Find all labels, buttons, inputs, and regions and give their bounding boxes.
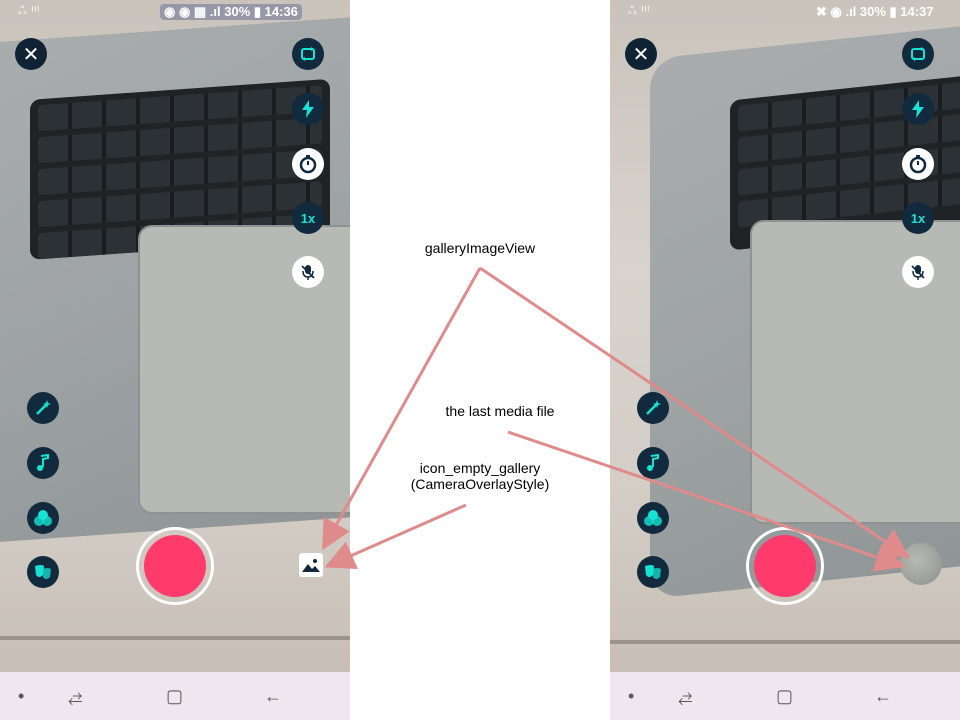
table-edge [0,636,350,640]
masks-icon [645,565,661,579]
mic-off-icon [911,265,925,280]
record-icon [144,535,206,597]
timer-icon [909,155,927,174]
annotation-gallery-image-view: galleryImageView [424,240,536,256]
phone-screen-left: ஃ ᴵᴵˡ ◉ ◉ ▦ .ıl 30% ▮ 14:36 ✕ 1x • ⥄ ▢ ← [0,0,350,720]
filters-button[interactable] [27,502,59,534]
recent-apps-icon[interactable]: ⥄ [678,686,692,707]
zoom-button[interactable]: 1x [292,202,324,234]
masks-button[interactable] [27,556,59,588]
effects-button[interactable] [637,392,669,424]
switch-camera-icon [911,47,925,61]
close-button[interactable]: ✕ [15,38,47,70]
status-bar-left: ஃ ᴵᴵˡ [18,5,41,17]
empty-gallery-icon [302,559,320,572]
home-icon[interactable]: ▢ [776,686,793,707]
status-bar-right: ◉ ◉ ▦ .ıl 30% ▮ 14:36 [160,4,302,20]
annotation-empty-gallery-line1: icon_empty_gallery [419,460,541,476]
phone-screen-right: ஃ ᴵᴵˡ ✖ ◉ .ıl 30% ▮ 14:37 ✕ 1x • ⥄ ▢ ← [610,0,960,720]
annotation-empty-gallery: icon_empty_gallery (CameraOverlayStyle) [380,460,580,492]
switch-camera-button[interactable] [292,38,324,70]
close-icon: ✕ [632,43,650,66]
back-icon[interactable]: ← [264,686,282,707]
record-button[interactable] [136,527,214,605]
timer-icon [299,155,317,174]
annotation-last-media-file: the last media file [445,403,555,419]
home-icon[interactable]: ▢ [166,686,183,707]
status-bar-left: ஃ ᴵᴵˡ [628,5,651,17]
gallery-image-view-thumbnail[interactable] [900,543,942,585]
close-icon: ✕ [22,43,40,66]
table-edge [610,640,960,644]
zoom-button[interactable]: 1x [902,202,934,234]
filters-icon [644,510,662,526]
system-navigation-bar: • ⥄ ▢ ← [610,672,960,720]
filters-button[interactable] [637,502,669,534]
masks-icon [35,565,51,579]
arrow-empty-to-left [324,503,467,570]
nav-dot-icon[interactable]: • [18,686,24,707]
magic-wand-icon [646,400,661,415]
flash-button[interactable] [902,93,934,125]
filters-icon [34,510,52,526]
record-icon [754,535,816,597]
zoom-label: 1x [300,210,316,226]
system-navigation-bar: • ⥄ ▢ ← [0,672,350,720]
magic-wand-icon [36,400,51,415]
music-note-icon [37,454,49,471]
flash-icon [302,100,314,118]
mic-toggle-button[interactable] [292,256,324,288]
annotation-empty-gallery-line2: (CameraOverlayStyle) [410,476,550,492]
masks-button[interactable] [637,556,669,588]
timer-button[interactable] [292,148,324,180]
recent-apps-icon[interactable]: ⥄ [68,686,82,707]
flash-icon [912,100,924,118]
effects-button[interactable] [27,392,59,424]
record-button[interactable] [746,527,824,605]
mic-off-icon [301,265,315,280]
back-icon[interactable]: ← [874,686,892,707]
switch-camera-icon [301,47,315,61]
status-bar-right: ✖ ◉ .ıl 30% ▮ 14:37 [816,4,934,19]
close-button[interactable]: ✕ [625,38,657,70]
zoom-label: 1x [910,210,926,226]
timer-button[interactable] [902,148,934,180]
music-note-icon [647,454,659,471]
mic-toggle-button[interactable] [902,256,934,288]
nav-dot-icon[interactable]: • [628,686,634,707]
music-button[interactable] [27,447,59,479]
switch-camera-button[interactable] [902,38,934,70]
flash-button[interactable] [292,93,324,125]
music-button[interactable] [637,447,669,479]
gallery-image-view-empty[interactable] [299,553,323,577]
